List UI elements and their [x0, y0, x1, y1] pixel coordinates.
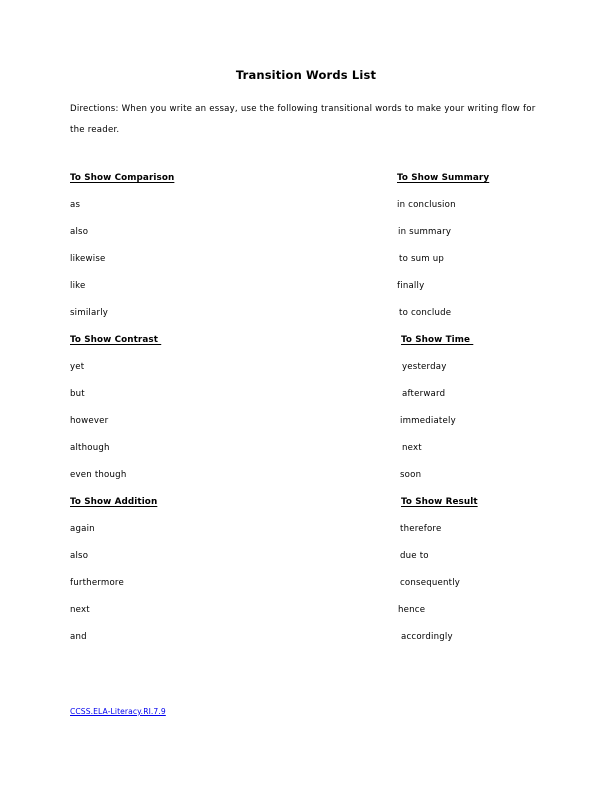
transition-word: although: [70, 443, 110, 453]
page-title: Transition Words List: [235, 68, 377, 82]
transition-word: again: [70, 524, 95, 534]
transition-word: afterward: [402, 389, 446, 399]
transition-word: similarly: [70, 308, 109, 318]
left-column: To Show Comparison as also likewise like simi…: [70, 165, 370, 651]
transition-word: to conclude: [399, 308, 452, 318]
section-heading: To Show Contrast: [70, 327, 370, 354]
transition-word: also: [70, 551, 89, 561]
transition-word: yet: [70, 362, 85, 372]
transition-word: likewise: [70, 254, 106, 264]
section-heading-text: To Show Time: [401, 335, 474, 345]
transition-word: and: [70, 632, 87, 642]
transition-word: due to: [400, 551, 429, 561]
transition-word: however: [70, 416, 109, 426]
transition-word: next: [402, 443, 422, 453]
right-column: To Show Summary in conclusion in summary to…: [397, 165, 597, 651]
transition-word: like: [70, 281, 86, 291]
transition-word: even though: [70, 470, 127, 480]
ccss-standard-link[interactable]: CCSS.ELA-Literacy.RI.7.9: [70, 705, 166, 719]
transition-word: consequently: [400, 578, 461, 588]
document-page: Transition Words List Directions: When y…: [0, 0, 612, 792]
transition-word: next: [70, 605, 90, 615]
section-to-show-time: To Show Time yesterday afterward immediate…: [397, 327, 597, 489]
transition-word: in conclusion: [397, 200, 456, 210]
transition-word: finally: [397, 281, 425, 291]
transition-word: yesterday: [402, 362, 447, 372]
transition-word: therefore: [400, 524, 442, 534]
section-heading: To Show Summary: [397, 165, 597, 192]
transition-word: to sum up: [399, 254, 445, 264]
section-to-show-contrast: To Show Contrast yet but however although ev…: [70, 327, 370, 489]
section-heading-text: To Show Result: [401, 497, 478, 507]
transition-word: soon: [400, 470, 422, 480]
section-heading: To Show Time: [397, 327, 597, 354]
section-to-show-result: To Show Result therefore due to consequentl…: [397, 489, 597, 651]
transition-word: but: [70, 389, 85, 399]
transition-word: as: [70, 200, 81, 210]
transition-word: immediately: [400, 416, 456, 426]
section-heading: To Show Addition: [70, 489, 370, 516]
section-heading: To Show Result: [397, 489, 597, 516]
section-heading-text: To Show Addition: [70, 497, 158, 507]
transition-word: also: [70, 227, 89, 237]
section-heading-text: To Show Contrast: [70, 335, 162, 345]
section-to-show-addition: To Show Addition again also furthermore next…: [70, 489, 370, 651]
directions-paragraph: Directions: When you write an essay, use…: [70, 104, 536, 135]
section-heading-text: To Show Comparison: [70, 173, 175, 183]
section-heading: To Show Comparison: [70, 165, 370, 192]
transition-word: hence: [398, 605, 426, 615]
section-to-show-summary: To Show Summary in conclusion in summary to…: [397, 165, 597, 327]
section-heading-text: To Show Summary: [397, 173, 490, 183]
transition-word: accordingly: [401, 632, 453, 642]
transition-word: furthermore: [70, 578, 124, 588]
section-to-show-comparison: To Show Comparison as also likewise like simi…: [70, 165, 370, 327]
transition-word: in summary: [398, 227, 452, 237]
